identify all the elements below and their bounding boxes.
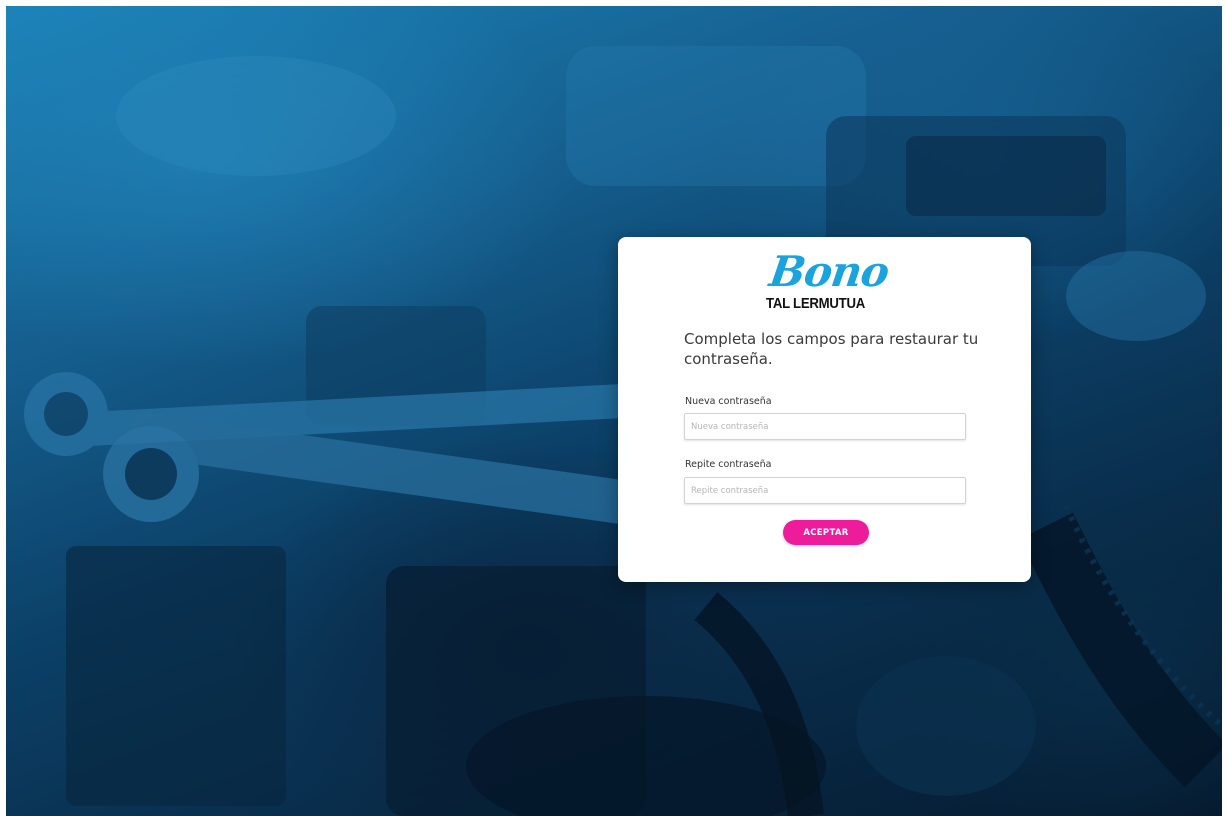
repeat-password-label: Repite contraseña <box>685 459 772 470</box>
bono-logo: Bono TAL LERMUTUA <box>766 247 892 317</box>
logo-script-text: Bono <box>766 247 892 296</box>
reset-password-card: Bono TAL LERMUTUA Completa los campos pa… <box>618 237 1031 582</box>
new-password-label: Nueva contraseña <box>685 396 772 407</box>
engine-wrench-photo <box>6 6 1222 816</box>
logo-subtitle: TAL LERMUTUA <box>766 295 865 312</box>
accept-button[interactable]: ACEPTAR <box>783 520 869 545</box>
background-image: Bono TAL LERMUTUA Completa los campos pa… <box>6 6 1222 816</box>
repeat-password-input[interactable] <box>684 477 966 504</box>
new-password-input[interactable] <box>684 413 966 440</box>
form-heading: Completa los campos para restaurar tu co… <box>684 330 979 368</box>
